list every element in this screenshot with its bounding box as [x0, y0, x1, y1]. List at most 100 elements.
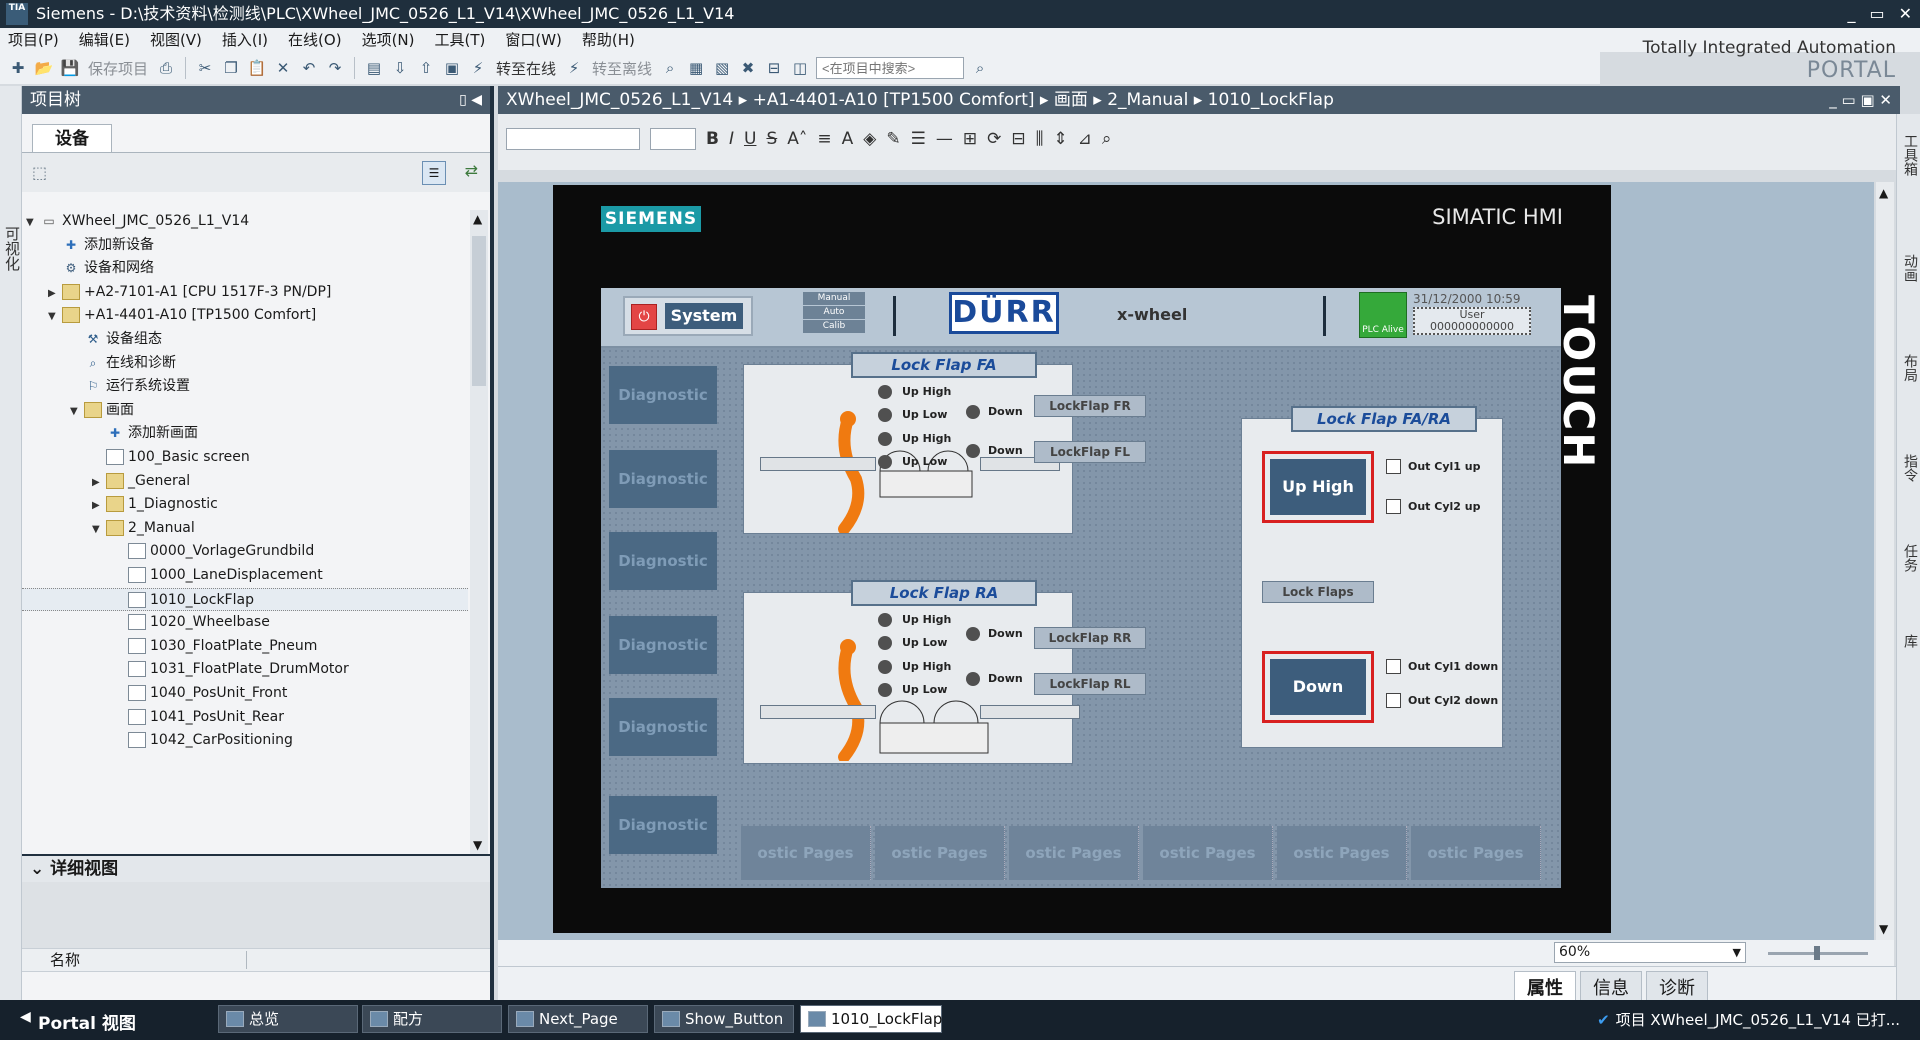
expand-down-icon[interactable]: ▼ — [26, 211, 40, 234]
tree-item[interactable]: ▶ _General — [22, 470, 468, 493]
distribute-icon[interactable]: ⊟ — [1011, 129, 1025, 149]
paste-icon[interactable]: 📋 — [247, 58, 267, 78]
open-project-icon[interactable]: 📂 — [34, 58, 54, 78]
line-style-icon[interactable]: — — [936, 129, 953, 149]
editor-window-controls[interactable]: _ ▭ ▣ ✕ — [1829, 86, 1892, 114]
out-cyl2-up-checkbox[interactable] — [1386, 499, 1401, 514]
tree-item[interactable]: 0000_VorlageGrundbild — [22, 540, 468, 563]
close-button[interactable]: ✕ — [1899, 0, 1912, 28]
tree-item[interactable]: 1040_PosUnit_Front — [22, 682, 468, 705]
new-project-icon[interactable]: ✚ — [8, 58, 28, 78]
tree-item[interactable]: ▼ 2_Manual — [22, 517, 468, 540]
expand-down-icon[interactable]: ▼ — [48, 305, 62, 328]
menu-online[interactable]: 在线(O) — [288, 28, 342, 52]
diagnostic-button[interactable]: Diagnostic — [609, 796, 717, 854]
scroll-down-icon[interactable]: ▼ — [1879, 922, 1888, 936]
tree-item[interactable]: 1042_CarPositioning — [22, 729, 468, 752]
out-cyl2-down-checkbox[interactable] — [1386, 693, 1401, 708]
task-card-layout[interactable]: 布局 — [1900, 354, 1920, 382]
diagnostic-pages-tab[interactable]: ostic Pages — [1277, 826, 1407, 880]
diagnostic-pages-tab[interactable]: ostic Pages — [741, 826, 871, 880]
expand-right-icon[interactable]: ▶ — [92, 471, 106, 494]
expand-right-icon[interactable]: ▶ — [92, 494, 106, 517]
compile-icon[interactable]: ▤ — [364, 58, 384, 78]
tree-item[interactable]: 100_Basic screen — [22, 446, 468, 469]
system-button[interactable]: ⏻ System — [623, 296, 753, 336]
rotate-icon[interactable]: ⟳ — [987, 129, 1001, 149]
task-lockflap[interactable]: 1010_LockFlap — [800, 1005, 942, 1033]
tree-item[interactable]: ⚙ 设备和网络 — [22, 257, 468, 280]
simulate-icon[interactable]: ▣ — [442, 58, 462, 78]
italic-icon[interactable]: I — [729, 129, 734, 149]
user-field[interactable]: User 000000000000 — [1413, 307, 1531, 335]
diagnostic-button[interactable]: Diagnostic — [609, 698, 717, 756]
line-width-icon[interactable]: ☰ — [911, 129, 926, 149]
tree-item[interactable]: 1030_FloatPlate_Pneum — [22, 635, 468, 658]
tree-item[interactable]: 1031_FloatPlate_DrumMotor — [22, 658, 468, 681]
tab-devices[interactable]: 设备 — [32, 124, 112, 152]
tree-add-icon[interactable]: ⇄ — [465, 161, 478, 180]
diagnostic-button[interactable]: Diagnostic — [609, 450, 717, 508]
maximize-button[interactable]: ▭ — [1869, 0, 1884, 28]
copy-icon[interactable]: ❐ — [221, 58, 241, 78]
size-select[interactable] — [650, 128, 696, 150]
cut-icon[interactable]: ✂ — [195, 58, 215, 78]
same-height-icon[interactable]: ⇕ — [1053, 129, 1067, 149]
task-show-button[interactable]: Show_Button — [654, 1005, 794, 1033]
go-online-icon[interactable]: ⚡ — [468, 58, 488, 78]
line-color-icon[interactable]: ✎ — [886, 129, 900, 149]
tab-diagnostics[interactable]: 诊断 — [1646, 971, 1708, 1003]
tree-item[interactable]: 1020_Wheelbase — [22, 611, 468, 634]
download-icon[interactable]: ⇩ — [390, 58, 410, 78]
go-online-button[interactable]: 转至在线 — [494, 58, 558, 79]
tree-new-icon[interactable]: ⬚ — [32, 163, 47, 182]
diagnostic-button[interactable]: Diagnostic — [609, 616, 717, 674]
menu-insert[interactable]: 插入(I) — [222, 28, 268, 52]
go-offline-button[interactable]: 转至离线 — [590, 58, 654, 79]
task-overview[interactable]: 总览 — [218, 1005, 358, 1033]
menu-options[interactable]: 选项(N) — [362, 28, 415, 52]
tree-item[interactable]: ⌕ 在线和诊断 — [22, 352, 468, 375]
task-card-animation[interactable]: 动画 — [1900, 254, 1920, 282]
project-search-input[interactable] — [816, 57, 965, 79]
scroll-down-icon[interactable]: ▼ — [473, 838, 482, 852]
same-width-icon[interactable]: ⫼ — [1036, 129, 1044, 149]
tree-item[interactable]: 1010_LockFlap — [22, 587, 468, 611]
lock-flaps-button[interactable]: Lock Flaps — [1262, 581, 1374, 603]
tree-item[interactable]: ▼ 画面 — [22, 399, 468, 422]
expand-down-icon[interactable]: ▼ — [70, 400, 84, 423]
upload-icon[interactable]: ⇧ — [416, 58, 436, 78]
back-arrow-icon[interactable]: ◀ — [20, 1009, 31, 1025]
tree-item[interactable]: ▶ 1_Diagnostic — [22, 493, 468, 516]
close-all-icon[interactable]: ✖ — [738, 58, 758, 78]
redo-icon[interactable]: ↷ — [325, 58, 345, 78]
compare-icon[interactable]: ▧ — [712, 58, 732, 78]
task-card-tasks[interactable]: 任务 — [1900, 544, 1920, 572]
print-icon[interactable]: ⎙ — [156, 58, 176, 78]
canvas-vertical-scrollbar[interactable]: ▲ ▼ — [1876, 182, 1894, 940]
portal-view-button[interactable]: Portal 视图 — [38, 1009, 136, 1034]
font-size-icon[interactable]: A˄ — [787, 129, 807, 149]
lockflap-fr-button[interactable]: LockFlap FR — [1034, 395, 1146, 417]
layer-icon[interactable]: ⊿ — [1078, 129, 1092, 149]
tree-item[interactable]: 1041_PosUnit_Rear — [22, 706, 468, 729]
detail-view-header[interactable]: ⌄ 详细视图 — [22, 854, 490, 882]
scroll-up-icon[interactable]: ▲ — [1879, 186, 1888, 200]
screen-editor-canvas[interactable]: SIEMENS SIMATIC HMI TOUCH ⏻ System Manua… — [498, 182, 1874, 940]
underline-icon[interactable]: U — [744, 129, 756, 149]
tree-item[interactable]: ⚐ 运行系统设置 — [22, 375, 468, 398]
task-card-libraries[interactable]: 库 — [1900, 634, 1920, 648]
tree-item[interactable]: ⚒ 设备组态 — [22, 328, 468, 351]
diagnostic-pages-tab[interactable]: ostic Pages — [1143, 826, 1273, 880]
task-recipes[interactable]: 配方 — [362, 1005, 502, 1033]
align-objects-icon[interactable]: ⊞ — [963, 129, 977, 149]
diagnostic-pages-tab[interactable]: ostic Pages — [875, 826, 1005, 880]
tree-item[interactable]: 1000_LaneDisplacement — [22, 564, 468, 587]
split-horizontal-icon[interactable]: ⊟ — [764, 58, 784, 78]
search-go-icon[interactable]: ⌕ — [970, 58, 990, 78]
save-icon[interactable]: 💾 — [60, 58, 80, 78]
diagnostic-button[interactable]: Diagnostic — [609, 366, 717, 424]
font-select[interactable] — [506, 128, 640, 150]
go-offline-icon[interactable]: ⚡ — [564, 58, 584, 78]
menu-view[interactable]: 视图(V) — [150, 28, 202, 52]
